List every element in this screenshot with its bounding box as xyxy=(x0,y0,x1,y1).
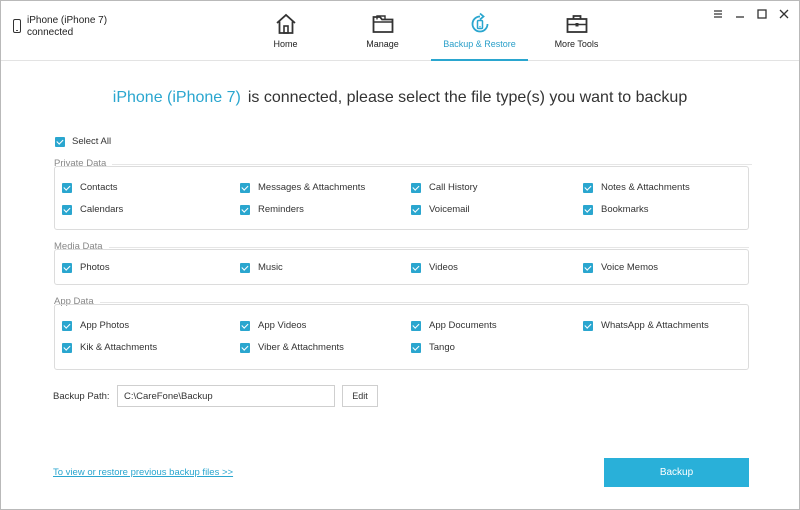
tab-manage-label: Manage xyxy=(366,39,399,49)
main-nav: Home Manage Backup & Restore More Tools xyxy=(237,1,625,61)
tab-more-tools-label: More Tools xyxy=(554,39,599,49)
edit-path-button[interactable]: Edit xyxy=(342,385,378,407)
checkbox-music[interactable]: Music xyxy=(240,262,283,273)
page-title-device: iPhone (iPhone 7) xyxy=(112,89,241,106)
tab-backup-restore-label: Backup & Restore xyxy=(443,39,516,49)
device-status: connected xyxy=(27,27,74,38)
checkbox-videos[interactable]: Videos xyxy=(411,262,458,273)
phone-icon xyxy=(13,19,21,33)
checkbox-app-photos[interactable]: App Photos xyxy=(62,320,129,331)
checkbox-kik[interactable]: Kik & Attachments xyxy=(62,342,157,353)
tab-home-label: Home xyxy=(273,39,298,49)
window-controls xyxy=(711,7,791,21)
backup-restore-icon xyxy=(471,12,488,33)
backup-path-label: Backup Path: xyxy=(53,391,110,402)
close-icon[interactable] xyxy=(777,7,791,21)
page-title-text: is connected, please select the file typ… xyxy=(247,89,688,106)
checkbox-contacts[interactable]: Contacts xyxy=(62,182,118,193)
tab-manage[interactable]: Manage xyxy=(334,1,431,60)
tab-backup-restore[interactable]: Backup & Restore xyxy=(431,1,528,61)
checkbox-bookmarks[interactable]: Bookmarks xyxy=(583,204,649,215)
view-restore-link[interactable]: To view or restore previous backup files… xyxy=(53,467,233,478)
tab-home[interactable]: Home xyxy=(237,1,334,60)
page-title: iPhone (iPhone 7) is connected, please se… xyxy=(1,89,799,107)
checkbox-tango[interactable]: Tango xyxy=(411,342,455,353)
minimize-icon[interactable] xyxy=(733,7,747,21)
checkbox-calendars[interactable]: Calendars xyxy=(62,204,123,215)
backup-path-input[interactable] xyxy=(117,385,335,407)
backup-button[interactable]: Backup xyxy=(604,458,749,487)
header: iPhone (iPhone 7) connected Home Manage … xyxy=(1,1,799,61)
checkbox-call-history[interactable]: Call History xyxy=(411,182,478,193)
checkbox-viber[interactable]: Viber & Attachments xyxy=(240,342,344,353)
device-info: iPhone (iPhone 7) connected xyxy=(13,15,107,39)
group-private-data xyxy=(54,166,749,230)
select-all-label: Select All xyxy=(72,136,112,147)
home-icon xyxy=(275,13,296,34)
group-app-data xyxy=(54,304,749,370)
checkbox-messages[interactable]: Messages & Attachments xyxy=(240,182,365,193)
device-name: iPhone (iPhone 7) xyxy=(27,15,108,26)
tab-more-tools[interactable]: More Tools xyxy=(528,1,625,60)
checkbox-voice-memos[interactable]: Voice Memos xyxy=(583,262,658,273)
checkbox-app-documents[interactable]: App Documents xyxy=(411,320,497,331)
toolbox-icon xyxy=(566,15,587,33)
checkbox-app-videos[interactable]: App Videos xyxy=(240,320,306,331)
checkbox-photos[interactable]: Photos xyxy=(62,262,110,273)
select-all-checkbox[interactable]: Select All xyxy=(55,136,111,147)
menu-icon[interactable] xyxy=(711,7,725,21)
maximize-icon[interactable] xyxy=(755,7,769,21)
checkbox-notes[interactable]: Notes & Attachments xyxy=(583,182,690,193)
checkbox-checked-icon xyxy=(55,136,65,147)
checkbox-whatsapp[interactable]: WhatsApp & Attachments xyxy=(583,320,709,331)
checkbox-voicemail[interactable]: Voicemail xyxy=(411,204,470,215)
checkbox-reminders[interactable]: Reminders xyxy=(240,204,304,215)
folder-icon xyxy=(372,15,393,33)
app-window: iPhone (iPhone 7) connected Home Manage … xyxy=(0,0,800,510)
